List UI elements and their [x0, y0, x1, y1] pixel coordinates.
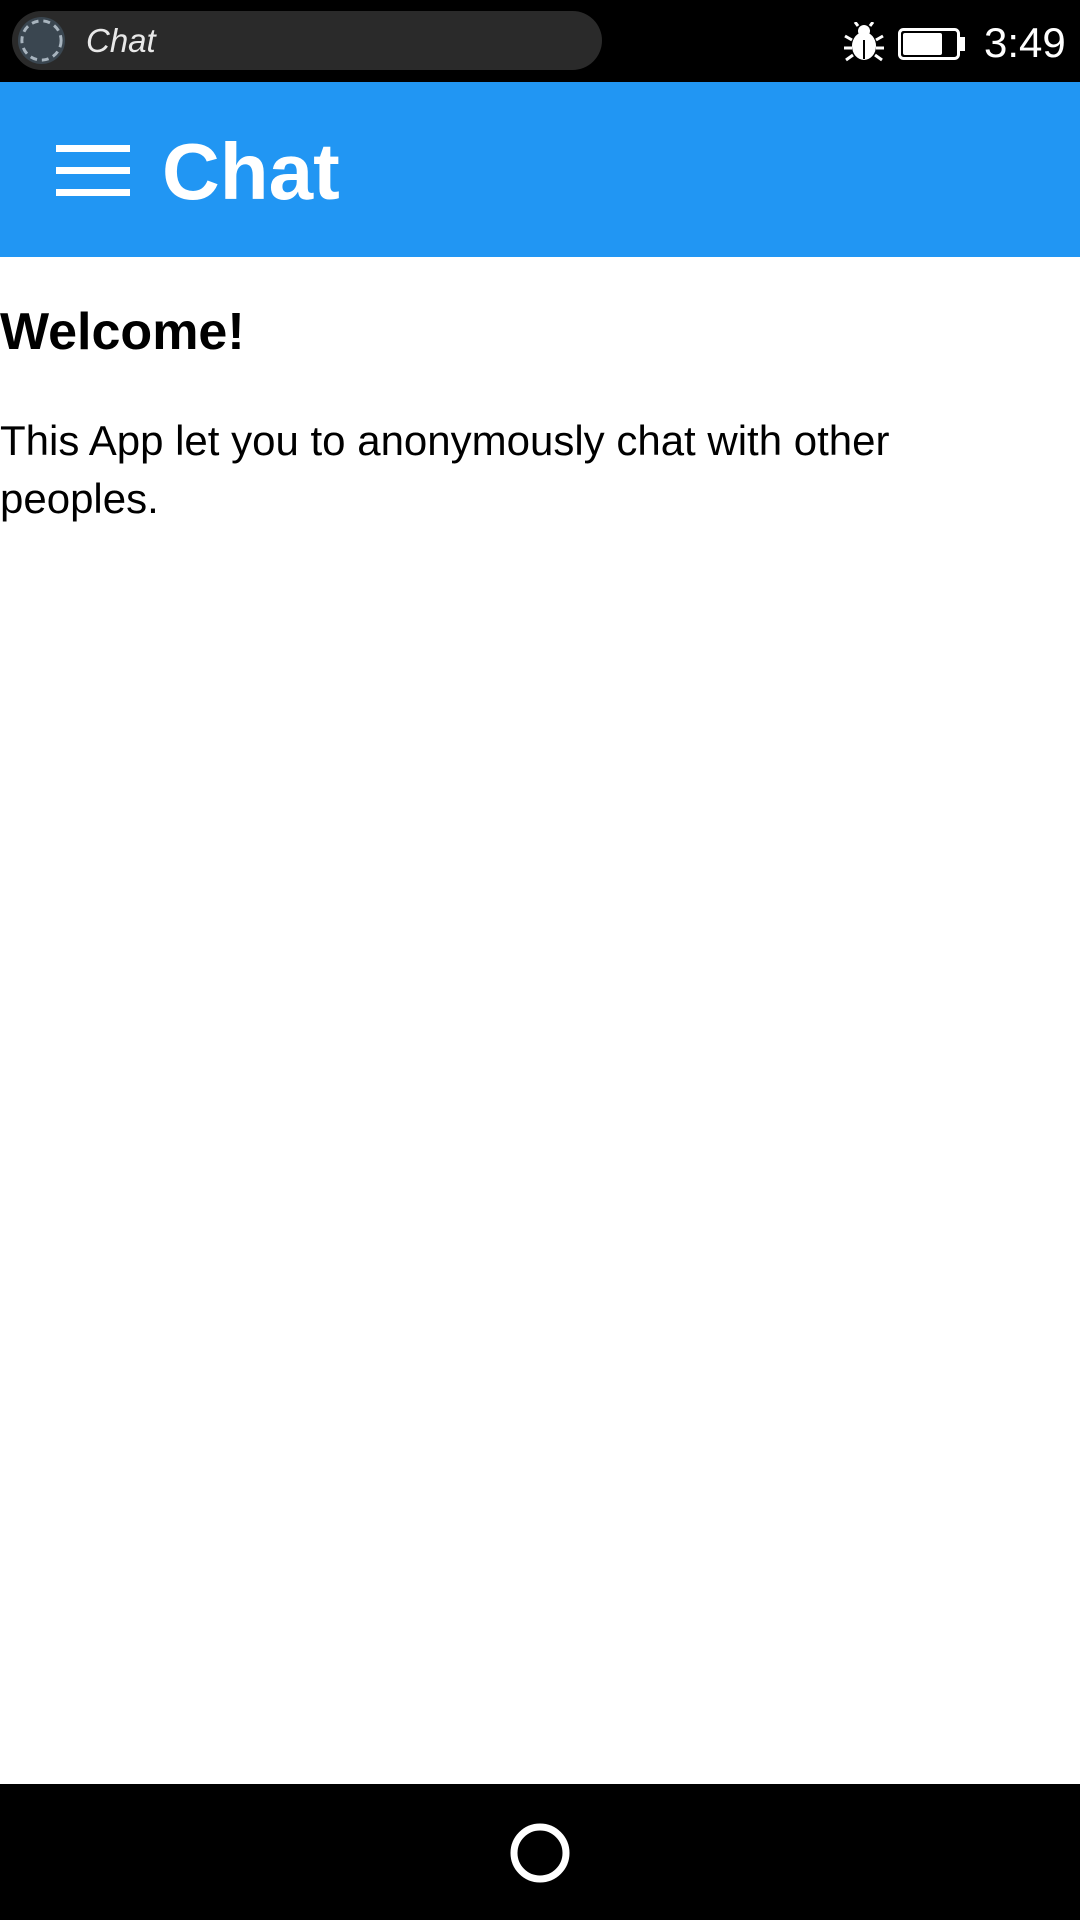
- welcome-description: This App let you to anonymously chat wit…: [0, 417, 890, 522]
- home-circle-icon[interactable]: [509, 1822, 571, 1884]
- app-bar: Chat: [0, 82, 1080, 257]
- task-pill[interactable]: Chat: [12, 11, 602, 70]
- navigation-bar: [0, 1784, 1080, 1920]
- welcome-heading: Welcome!: [0, 303, 245, 361]
- app-screen: Chat 3:49 Chat Welcome! This App let you…: [0, 0, 1080, 1920]
- battery-icon: [898, 28, 965, 60]
- status-bar: Chat 3:49: [0, 0, 1080, 82]
- app-title: Chat: [162, 127, 340, 216]
- task-label: Chat: [86, 22, 156, 59]
- hamburger-menu-button[interactable]: [44, 132, 130, 208]
- task-progress-icon: [17, 16, 66, 65]
- bug-icon: [844, 22, 884, 62]
- clock: 3:49: [984, 19, 1066, 66]
